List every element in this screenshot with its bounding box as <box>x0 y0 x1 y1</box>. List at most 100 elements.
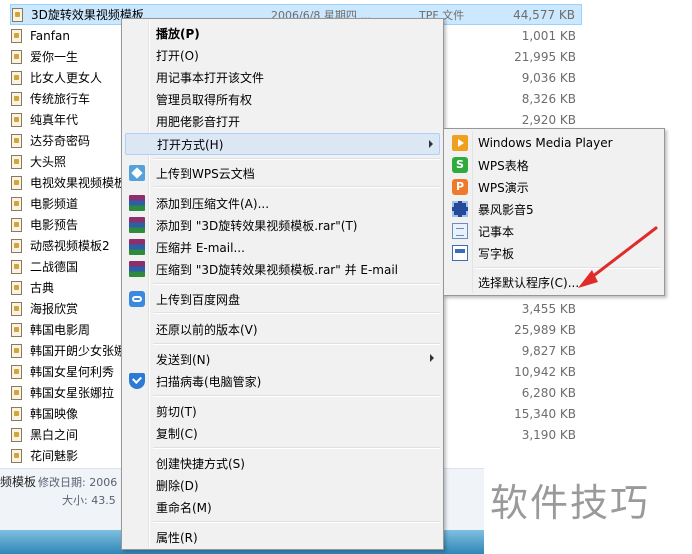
menu-item-scan-virus[interactable]: 扫描病毒(电脑管家) <box>125 370 440 392</box>
submenu-item-label: WPS表格 <box>478 158 529 173</box>
details-file-name: 频模板 <box>0 475 37 489</box>
menu-item-label: 添加到压缩文件(A)... <box>156 196 270 211</box>
menu-item-label: 还原以前的版本(V) <box>156 322 258 337</box>
tpf-file-icon <box>10 280 23 295</box>
menu-item-create-shortcut[interactable]: 创建快捷方式(S) <box>125 452 440 474</box>
submenu-arrow-icon <box>430 354 434 362</box>
file-size: 8,326 KB <box>521 91 576 106</box>
file-size: 15,340 KB <box>514 406 576 421</box>
menu-item-upload-wps[interactable]: 上传到WPS云文档 <box>125 162 440 184</box>
menu-item-label: 扫描病毒(电脑管家) <box>156 374 262 389</box>
file-name: 花间魅影 <box>30 449 79 463</box>
tpf-file-icon <box>10 259 23 274</box>
baofeng-player-icon <box>452 201 468 217</box>
file-size: 9,827 KB <box>521 343 576 358</box>
submenu-item-label: 选择默认程序(C)... <box>478 275 580 290</box>
menu-item-rename[interactable]: 重命名(M) <box>125 496 440 518</box>
tpf-file-icon <box>11 7 24 22</box>
wps-spreadsheet-icon: S <box>452 157 468 173</box>
details-size-label: 大小: 43.5 <box>62 494 116 507</box>
file-size: 1,001 KB <box>521 28 576 43</box>
file-name: 纯真年代 <box>30 113 79 127</box>
menu-item-label: 添加到 "3D旋转效果视频模板.rar"(T) <box>156 218 358 233</box>
submenu-item-label: 暴风影音5 <box>478 202 534 217</box>
file-size: 25,989 KB <box>514 322 576 337</box>
file-name: 比女人更女人 <box>30 71 103 85</box>
tpf-file-icon <box>10 364 23 379</box>
submenu-item-notepad[interactable]: 记事本 <box>447 220 661 242</box>
file-name: 电影预告 <box>30 218 79 232</box>
file-name: 电视效果视频模板 <box>30 176 127 190</box>
submenu-item-windows-media-player[interactable]: Windows Media Player <box>447 132 661 154</box>
submenu-item-wps-presentation[interactable]: P WPS演示 <box>447 176 661 198</box>
menu-item-compress-rar-email[interactable]: 压缩到 "3D旋转效果视频模板.rar" 并 E-mail <box>125 258 440 280</box>
file-size: 21,995 KB <box>514 49 576 64</box>
menu-item-label: 重命名(M) <box>156 500 212 515</box>
menu-item-delete[interactable]: 删除(D) <box>125 474 440 496</box>
menu-item-take-ownership[interactable]: 管理员取得所有权 <box>125 88 440 110</box>
menu-item-label: 上传到WPS云文档 <box>156 166 255 181</box>
menu-item-upload-baidu[interactable]: 上传到百度网盘 <box>125 288 440 310</box>
menu-item-cut[interactable]: 剪切(T) <box>125 400 440 422</box>
notepad-icon <box>452 223 468 239</box>
menu-item-play[interactable]: 播放(P) <box>125 22 440 44</box>
menu-item-open-with[interactable]: 打开方式(H) <box>125 133 440 155</box>
file-name: 韩国女星何利秀 <box>30 365 115 379</box>
menu-item-label: 压缩并 E-mail... <box>156 240 245 255</box>
file-name: 韩国开朗少女张娜 <box>30 344 127 358</box>
file-name: 二战德国 <box>30 260 79 274</box>
tpf-file-icon <box>10 175 23 190</box>
menu-item-add-to-rar[interactable]: 添加到 "3D旋转效果视频模板.rar"(T) <box>125 214 440 236</box>
tpf-file-icon <box>10 196 23 211</box>
submenu-item-wps-spreadsheet[interactable]: S WPS表格 <box>447 154 661 176</box>
menu-item-open-with-notepad[interactable]: 用记事本打开该文件 <box>125 66 440 88</box>
file-size: 6,280 KB <box>521 385 576 400</box>
menu-item-properties[interactable]: 属性(R) <box>125 526 440 548</box>
tpf-file-icon <box>10 217 23 232</box>
tpf-file-icon <box>10 385 23 400</box>
menu-item-open-with-feilao[interactable]: 用肥佬影音打开 <box>125 110 440 132</box>
file-name: Fanfan <box>30 28 70 43</box>
file-name: 韩国女星张娜拉 <box>30 386 115 400</box>
file-name: 韩国映像 <box>30 407 79 421</box>
menu-item-copy[interactable]: 复制(C) <box>125 422 440 444</box>
tpf-file-icon <box>10 70 23 85</box>
menu-item-compress-email[interactable]: 压缩并 E-mail... <box>125 236 440 258</box>
context-menu: 播放(P) 打开(O) 用记事本打开该文件 管理员取得所有权 用肥佬影音打开 打… <box>121 18 444 550</box>
menu-item-label: 上传到百度网盘 <box>156 292 241 307</box>
file-name: 达芬奇密码 <box>30 134 91 148</box>
file-name: 黑白之间 <box>30 428 79 442</box>
submenu-item-choose-default[interactable]: 选择默认程序(C)... <box>447 271 661 293</box>
file-size: 9,036 KB <box>521 70 576 85</box>
menu-item-add-to-archive[interactable]: 添加到压缩文件(A)... <box>125 192 440 214</box>
menu-item-label: 删除(D) <box>156 478 199 493</box>
menu-item-label: 用肥佬影音打开 <box>156 114 241 129</box>
details-modified-label: 修改日期: 2006 <box>38 476 118 489</box>
submenu-item-label: WPS演示 <box>478 180 529 195</box>
file-size: 3,455 KB <box>521 301 576 316</box>
menu-separator <box>153 521 440 523</box>
submenu-item-baofeng[interactable]: 暴风影音5 <box>447 198 661 220</box>
tpf-file-icon <box>10 133 23 148</box>
tpf-file-icon <box>10 301 23 316</box>
submenu-arrow-icon <box>429 140 433 148</box>
pc-manager-shield-icon <box>129 373 145 389</box>
file-name: 大头照 <box>30 155 67 169</box>
menu-separator <box>153 283 440 285</box>
watermark: 软件技巧 <box>484 450 692 554</box>
file-name: 爱你一生 <box>30 50 79 64</box>
menu-item-label: 复制(C) <box>156 426 198 441</box>
menu-item-restore-versions[interactable]: 还原以前的版本(V) <box>125 318 440 340</box>
submenu-item-wordpad[interactable]: 写字板 <box>447 242 661 264</box>
menu-item-open[interactable]: 打开(O) <box>125 44 440 66</box>
open-with-submenu: Windows Media Player S WPS表格 P WPS演示 暴风影音5… <box>443 128 665 296</box>
tpf-file-icon <box>10 427 23 442</box>
tpf-file-icon <box>10 322 23 337</box>
file-name: 电影频道 <box>30 197 79 211</box>
tpf-file-icon <box>10 448 23 463</box>
menu-item-label: 播放(P) <box>156 26 200 41</box>
menu-item-label: 创建快捷方式(S) <box>156 456 245 471</box>
menu-item-label: 管理员取得所有权 <box>156 92 253 107</box>
tpf-file-icon <box>10 343 23 358</box>
menu-item-send-to[interactable]: 发送到(N) <box>125 348 440 370</box>
